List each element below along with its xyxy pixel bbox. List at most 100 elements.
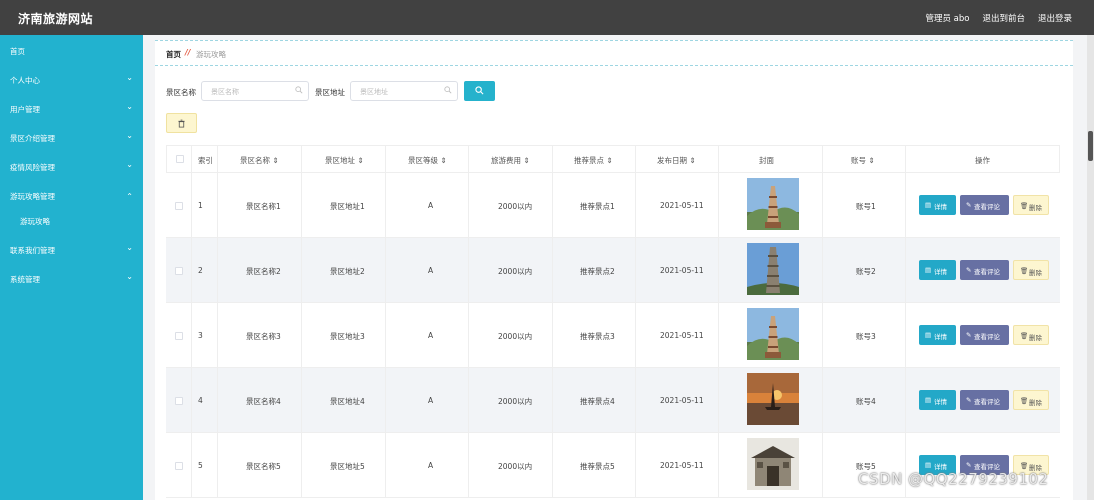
cell-name: 景区名称5 [246, 462, 281, 471]
search-icon [295, 86, 303, 94]
column-header-label: 发布日期 [657, 156, 687, 165]
cell-index: 4 [198, 396, 203, 405]
cover-image [747, 373, 799, 425]
column-header[interactable]: 账号 ⇕ [851, 155, 875, 166]
front-link[interactable]: 退出到前台 [982, 12, 1025, 24]
document-icon: ▤ [925, 266, 932, 274]
cell-spot: 推荐景点5 [580, 462, 615, 471]
detail-button[interactable]: ▤ 详情 [919, 260, 956, 280]
breadcrumb-current: 游玩攻略 [196, 50, 226, 59]
user-label: 管理员 abo [925, 14, 970, 24]
cell-level: A [428, 331, 434, 340]
row-checkbox[interactable] [175, 202, 183, 210]
top-bar-actions: 管理员 abo 退出到前台 退出登录 [925, 12, 1072, 24]
column-header[interactable]: 推荐景点 ⇕ [574, 155, 613, 166]
column-divider [385, 145, 386, 498]
row-checkbox[interactable] [175, 332, 183, 340]
cell-index: 5 [198, 461, 203, 470]
column-header[interactable]: 发布日期 ⇕ [657, 155, 696, 166]
cell-cost: 2000以内 [498, 332, 533, 341]
name-search-input[interactable]: 景区名称 [201, 81, 309, 101]
sort-icon: ⇕ [440, 156, 447, 165]
edit-icon: ✎ [966, 201, 972, 209]
cell-cost: 2000以内 [498, 202, 533, 211]
delete-button[interactable]: 🗑 删除 [1013, 390, 1049, 410]
sidebar-item-guide-mgmt[interactable]: 游玩攻略管理 ⌃ [0, 189, 143, 203]
delete-button[interactable]: 🗑 删除 [1013, 260, 1049, 280]
cell-spot: 推荐景点1 [580, 202, 615, 211]
sidebar-item-profile[interactable]: 个人中心 ⌄ [0, 73, 143, 87]
column-header[interactable]: 景区名称 ⇕ [240, 155, 279, 166]
sidebar-item-label: 用户管理 [10, 105, 40, 114]
column-header[interactable]: 景区地址 ⇕ [325, 155, 364, 166]
cell-address: 景区地址3 [330, 332, 365, 341]
sidebar-item-epidemic[interactable]: 疫情风险管理 ⌄ [0, 160, 143, 174]
column-header: 索引 [198, 156, 213, 165]
delete-button-label: 删除 [1029, 204, 1042, 212]
detail-button-label: 详情 [934, 333, 947, 341]
sidebar-item-label: 景区介绍管理 [10, 134, 55, 143]
chevron-down-icon: ⌄ [126, 272, 133, 281]
sidebar-item-system[interactable]: 系统管理 ⌄ [0, 272, 143, 286]
cell-index: 2 [198, 266, 203, 275]
sidebar-item-label: 游玩攻略管理 [10, 192, 55, 201]
detail-button-label: 详情 [934, 203, 947, 211]
search-button[interactable] [464, 81, 495, 101]
view-comments-button[interactable]: ✎ 查看评论 [960, 325, 1009, 345]
edit-icon: ✎ [966, 396, 972, 404]
column-header-label: 景区等级 [408, 156, 438, 165]
breadcrumb-home[interactable]: 首页 [166, 49, 181, 60]
delete-button-label: 删除 [1029, 334, 1042, 342]
sort-icon: ⇕ [689, 156, 696, 165]
name-search-placeholder: 景区名称 [211, 88, 239, 96]
sidebar-item-users[interactable]: 用户管理 ⌄ [0, 102, 143, 116]
row-checkbox[interactable] [175, 267, 183, 275]
detail-button[interactable]: ▤ 详情 [919, 325, 956, 345]
edit-icon: ✎ [966, 266, 972, 274]
batch-delete-button[interactable] [166, 113, 197, 133]
delete-button[interactable]: 🗑 删除 [1013, 325, 1049, 345]
cell-account: 账号2 [856, 267, 876, 276]
cover-image [747, 308, 799, 360]
detail-button[interactable]: ▤ 详情 [919, 195, 956, 215]
row-checkbox[interactable] [175, 462, 183, 470]
view-comments-button[interactable]: ✎ 查看评论 [960, 390, 1009, 410]
select-all-checkbox[interactable] [176, 155, 184, 163]
cell-index: 3 [198, 331, 203, 340]
cell-level: A [428, 396, 434, 405]
column-divider [905, 145, 906, 498]
sidebar-item-contact[interactable]: 联系我们管理 ⌄ [0, 243, 143, 257]
comment-button-label: 查看评论 [974, 333, 1000, 341]
cover-image [747, 178, 799, 230]
delete-button[interactable]: 🗑 删除 [1013, 195, 1049, 215]
cell-level: A [428, 201, 434, 210]
comment-button-label: 查看评论 [974, 398, 1000, 406]
column-header[interactable]: 景区等级 ⇕ [408, 155, 447, 166]
page-scrollbar[interactable] [1087, 35, 1094, 500]
scrollbar-thumb[interactable] [1088, 131, 1093, 161]
delete-button-label: 删除 [1029, 399, 1042, 407]
cell-index: 1 [198, 201, 203, 210]
chevron-down-icon: ⌄ [126, 73, 133, 82]
address-search-input[interactable]: 景区地址 [350, 81, 458, 101]
cell-name: 景区名称3 [246, 332, 281, 341]
view-comments-button[interactable]: ✎ 查看评论 [960, 260, 1009, 280]
sidebar-item-home[interactable]: 首页 [0, 44, 143, 58]
detail-button-label: 详情 [934, 268, 947, 276]
logout-link[interactable]: 退出登录 [1038, 12, 1072, 24]
sidebar-item-guide[interactable]: 游玩攻略 [0, 214, 143, 228]
view-comments-button[interactable]: ✎ 查看评论 [960, 195, 1009, 215]
sidebar-item-label: 游玩攻略 [20, 217, 50, 226]
trash-icon: 🗑 [1020, 202, 1029, 210]
column-divider [718, 145, 719, 498]
row-checkbox[interactable] [175, 397, 183, 405]
column-header: 封面 [759, 156, 774, 165]
search-icon [444, 86, 452, 94]
detail-button[interactable]: ▤ 详情 [919, 390, 956, 410]
cell-name: 景区名称4 [246, 397, 281, 406]
cell-address: 景区地址4 [330, 397, 365, 406]
cell-level: A [428, 461, 434, 470]
sidebar-item-scenic[interactable]: 景区介绍管理 ⌄ [0, 131, 143, 145]
trash-icon: 🗑 [1020, 462, 1029, 470]
column-header[interactable]: 旅游费用 ⇕ [491, 155, 530, 166]
